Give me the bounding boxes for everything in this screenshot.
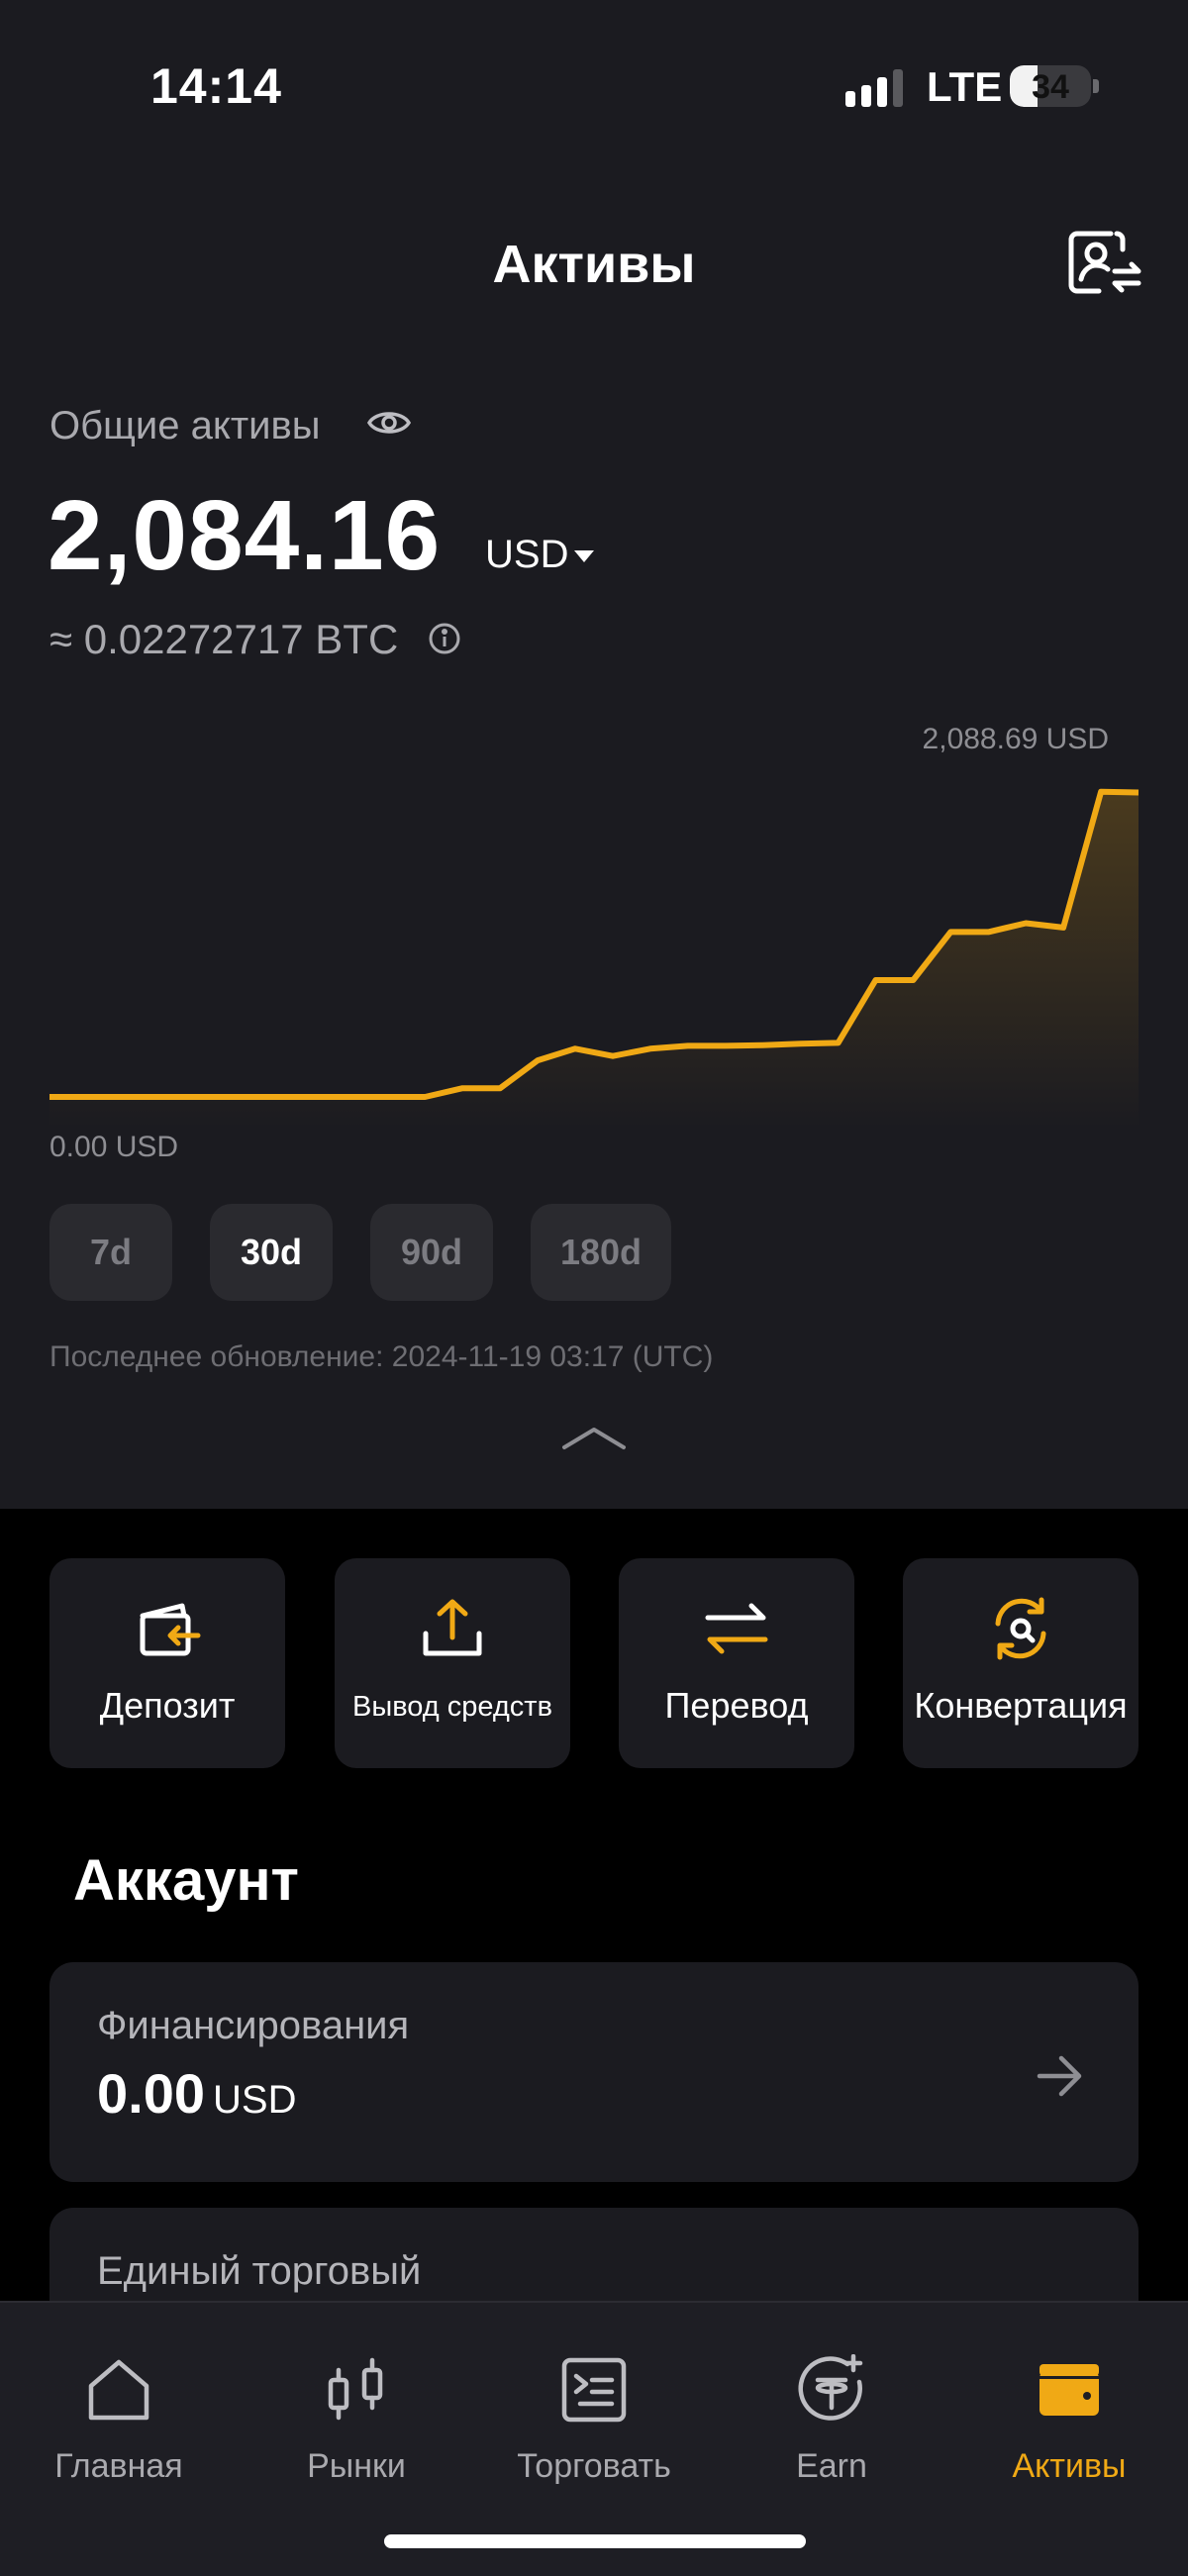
account-currency: USD [213,2078,297,2122]
battery-nub [1093,79,1099,93]
arrow-right-icon [1037,2055,1082,2097]
deposit-button[interactable]: Депозит [50,1558,285,1768]
chevron-down-icon[interactable] [574,550,594,562]
withdraw-button[interactable]: Вывод средств [335,1558,570,1768]
nav-earn[interactable]: Earn [713,2332,950,2501]
network-type: LTE [927,63,1003,110]
account-name: Единый торговый [97,2249,422,2293]
account-balance-value: 0.00 [97,2062,205,2125]
action-label: Перевод [664,1685,809,1726]
action-label: Депозит [99,1685,236,1726]
eye-icon[interactable] [366,406,412,440]
portfolio-chart[interactable] [0,713,1188,1168]
info-icon[interactable] [428,622,461,655]
home-icon [88,2359,149,2421]
earn-icon [798,2354,863,2421]
nav-assets[interactable]: Активы [950,2332,1188,2501]
withdraw-icon [423,1599,482,1656]
range-tab-90d[interactable]: 90d [370,1204,493,1301]
wallet-icon [1040,2364,1099,2416]
home-indicator[interactable] [384,2534,806,2548]
deposit-icon [140,1603,201,1656]
nav-label: Рынки [307,2447,406,2485]
action-label: Конвертация [914,1685,1128,1726]
page-title: Активы [492,235,696,294]
range-tab-label: 90d [400,1232,463,1272]
nav-label: Earn [796,2447,867,2485]
nav-label: Торговать [517,2447,671,2485]
nav-home[interactable]: Главная [0,2332,238,2501]
chevron-up-icon[interactable] [560,1424,628,1451]
range-tab-label: 180d [559,1232,643,1272]
signal-icon [845,69,903,107]
status-time: 14:14 [150,58,282,114]
nav-trade[interactable]: Торговать [475,2332,713,2501]
last-update-text: Последнее обновление: 2024-11-19 03:17 (… [50,1340,714,1373]
range-tab-30d[interactable]: 30d [210,1204,333,1301]
profile-switch-icon[interactable] [1065,228,1144,297]
account-name: Финансирования [97,2004,410,2047]
markets-icon [328,2357,383,2421]
battery-percent: 34 [1032,68,1069,106]
chart-area [50,791,1138,1129]
total-assets-value: 2,084.16 [48,480,442,591]
action-label: Вывод средств [352,1691,552,1723]
convert-button[interactable]: Конвертация [903,1558,1138,1768]
battery-icon: 34 [1010,65,1091,107]
account-card-funding[interactable]: Финансирования 0.00 USD [50,1962,1138,2182]
nav-markets[interactable]: Рынки [238,2332,475,2501]
range-tab-label: 7d [89,1232,132,1272]
account-balance: 0.00 USD [97,2061,296,2126]
convert-icon [995,1597,1046,1660]
currency-selector[interactable]: USD [485,533,568,577]
transfer-icon [705,1603,768,1654]
range-tab-label: 30d [240,1232,303,1272]
transfer-button[interactable]: Перевод [619,1558,854,1768]
trade-icon [561,2357,627,2423]
nav-label: Активы [1012,2447,1127,2485]
btc-equivalent: ≈ 0.02272717 BTC [50,616,399,662]
range-tab-7d[interactable]: 7d [50,1204,172,1301]
range-tab-180d[interactable]: 180d [531,1204,671,1301]
total-assets-label: Общие активы [50,404,321,447]
chart-min-label: 0.00 USD [50,1131,179,1163]
nav-label: Главная [54,2447,183,2485]
accounts-section-title: Аккаунт [73,1848,299,1913]
